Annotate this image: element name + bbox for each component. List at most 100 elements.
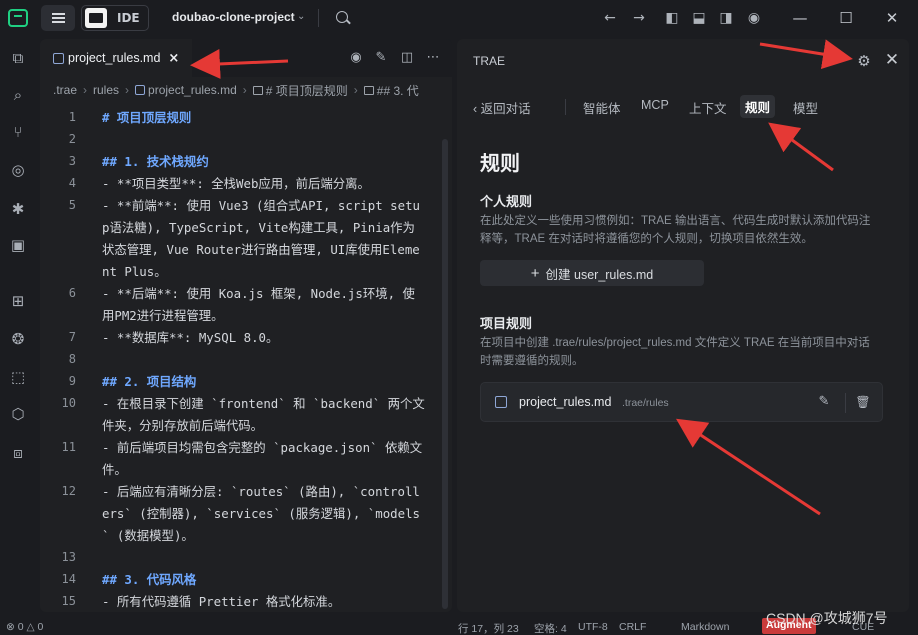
panel-nav: ‹ 返回对话 智能体 MCP 上下文 规则 模型 — [473, 95, 893, 119]
toggle-right-sidebar-icon[interactable]: ◨ — [718, 10, 734, 26]
remote-window-icon[interactable]: ⧈ — [8, 443, 28, 463]
search-icon[interactable]: ⌕ — [8, 85, 28, 105]
create-user-rules-button[interactable]: + 创建 user_rules.md — [480, 260, 704, 286]
line-content: - 所有代码遵循 Prettier 格式化标准。 — [102, 594, 341, 609]
tab-agents[interactable]: 智能体 — [583, 98, 621, 117]
editor-group: project_rules.md × ◉ ✎ ◫ ⋯ .trae › rules… — [40, 39, 452, 612]
account-icon[interactable]: ◉ — [746, 10, 762, 26]
tab-rules[interactable]: 规则 — [740, 95, 776, 118]
divider — [845, 393, 846, 413]
line-content: - **前端**: 使用 Vue3 (组合式API, script setup语… — [102, 198, 420, 279]
symbol-string-icon — [252, 85, 263, 95]
breadcrumb-item[interactable]: # 项目顶层规则 — [266, 82, 348, 99]
line-content: - **数据库**: MySQL 8.0。 — [102, 330, 279, 345]
chevron-right-icon: › — [242, 83, 247, 97]
toggle-bottom-panel-icon[interactable]: ⬓ — [691, 10, 707, 26]
line-number: 15 — [61, 594, 76, 608]
tab-models[interactable]: 模型 — [793, 98, 818, 117]
gear-icon[interactable]: ⚙ — [856, 53, 872, 69]
page-title: 规则 — [480, 153, 520, 175]
encoding[interactable]: UTF-8 — [578, 621, 608, 633]
create-button-label: 创建 user_rules.md — [545, 267, 654, 282]
watermark: CSDN @攻城狮7号 — [766, 610, 888, 626]
arrow-forward-icon[interactable]: → — [631, 10, 647, 26]
tab-mcp[interactable]: MCP — [641, 98, 669, 112]
rule-file-path: .trae/rules — [622, 397, 669, 409]
problems-indicator[interactable]: ⊗ 0 △ 0 — [6, 621, 43, 633]
line-number: 12 — [61, 484, 76, 498]
chevron-down-icon[interactable]: ⌄ — [297, 11, 305, 22]
error-icon: ⊗ — [6, 621, 18, 633]
edit-rule-icon[interactable]: ✎ — [816, 394, 832, 410]
editor-scrollbar[interactable] — [442, 139, 448, 609]
breadcrumb: .trae › rules › project_rules.md › # 项目顶… — [53, 81, 452, 99]
line-content: - **后端**: 使用 Koa.js 框架, Node.js环境, 使用PM2… — [102, 286, 415, 323]
chevron-right-icon: › — [353, 83, 358, 97]
back-to-chat-button[interactable]: ‹ 返回对话 — [473, 98, 531, 117]
line-number: 3 — [68, 154, 76, 168]
hamburger-icon — [51, 13, 65, 23]
breadcrumb-item[interactable]: ## 3. 代 — [377, 82, 419, 99]
app-logo-icon — [8, 9, 28, 27]
line-number: 14 — [61, 572, 76, 586]
error-count: 0 — [17, 621, 24, 633]
language-mode[interactable]: Markdown — [681, 621, 729, 633]
line-number: 11 — [61, 440, 76, 454]
trae-extension-icon[interactable]: ❂ — [8, 329, 28, 349]
toggle-left-sidebar-icon[interactable]: ◧ — [664, 10, 680, 26]
symbol-string-icon — [363, 85, 374, 95]
package-icon[interactable]: ⬡ — [8, 404, 28, 424]
tab-label: project_rules.md — [68, 51, 161, 65]
minimize-window-icon[interactable]: — — [790, 8, 810, 28]
breadcrumb-item[interactable]: .trae — [53, 83, 77, 97]
project-rule-file-card[interactable]: project_rules.md .trae/rules ✎ 🗑 — [480, 382, 883, 422]
arrow-back-icon[interactable]: ← — [602, 10, 618, 26]
cursor-position[interactable]: 行 17，列 23 — [458, 621, 519, 635]
ide-mode-label: IDE — [117, 11, 140, 25]
maximize-window-icon[interactable]: ☐ — [836, 8, 856, 28]
remote-explorer-icon[interactable]: ▣ — [8, 235, 28, 255]
ide-mode-switch[interactable]: IDE — [81, 5, 149, 31]
line-content: ## 2. 项目结构 — [102, 374, 197, 389]
project-name[interactable]: doubao-clone-project — [172, 10, 295, 24]
indentation[interactable]: 空格: 4 — [534, 621, 567, 635]
eye-icon[interactable]: ◎ — [8, 160, 28, 180]
line-content: ## 1. 技术栈规约 — [102, 154, 209, 169]
line-number: 1 — [68, 110, 76, 124]
plus-icon: + — [530, 264, 540, 282]
chevron-right-icon: › — [83, 83, 88, 97]
panel-title: TRAE — [473, 54, 506, 68]
close-panel-icon[interactable]: ✕ — [883, 51, 901, 69]
project-rules-description: 在项目中创建 .trae/rules/project_rules.md 文件定义… — [480, 337, 870, 367]
trash-icon[interactable]: 🗑 — [855, 394, 871, 410]
source-control-icon[interactable]: ⑂ — [8, 122, 28, 142]
line-ending[interactable]: CRLF — [619, 621, 646, 633]
close-window-icon[interactable]: ✕ — [882, 8, 902, 28]
markdown-file-icon — [135, 85, 146, 95]
plugin-icon[interactable]: ⬚ — [8, 367, 28, 387]
line-number: 7 — [68, 330, 76, 344]
line-number: 8 — [68, 352, 76, 366]
tab-context[interactable]: 上下文 — [689, 98, 727, 117]
more-actions-icon[interactable]: ⋯ — [425, 50, 441, 66]
line-number: 4 — [68, 176, 76, 190]
split-editor-icon[interactable]: ◫ — [399, 50, 415, 66]
breadcrumb-item[interactable]: project_rules.md — [148, 83, 237, 97]
line-content: - 在根目录下创建 `frontend` 和 `backend` 两个文件夹，分… — [102, 396, 425, 433]
ide-mode-icon — [85, 8, 107, 28]
editor-tab-project-rules[interactable]: project_rules.md × — [40, 39, 192, 77]
explorer-icon[interactable]: ⧉ — [8, 48, 28, 68]
project-rules-heading: 项目规则 — [480, 316, 533, 331]
main-menu-button[interactable] — [41, 5, 75, 31]
extensions-icon[interactable]: ⊞ — [8, 291, 28, 311]
personal-rules-description: 在此处定义一些使用习惯例如：TRAE 输出语言、代码生成时默认添加代码注释等，T… — [480, 215, 871, 245]
line-number: 13 — [61, 550, 76, 564]
breadcrumb-item[interactable]: rules — [93, 83, 119, 97]
close-tab-icon[interactable]: × — [168, 51, 179, 66]
preview-icon[interactable]: ◉ — [348, 50, 364, 66]
search-icon[interactable] — [336, 11, 348, 23]
line-number: 5 — [68, 198, 76, 212]
edit-icon[interactable]: ✎ — [373, 50, 389, 66]
debug-icon[interactable]: ✱ — [8, 199, 28, 219]
line-number: 10 — [61, 396, 76, 410]
